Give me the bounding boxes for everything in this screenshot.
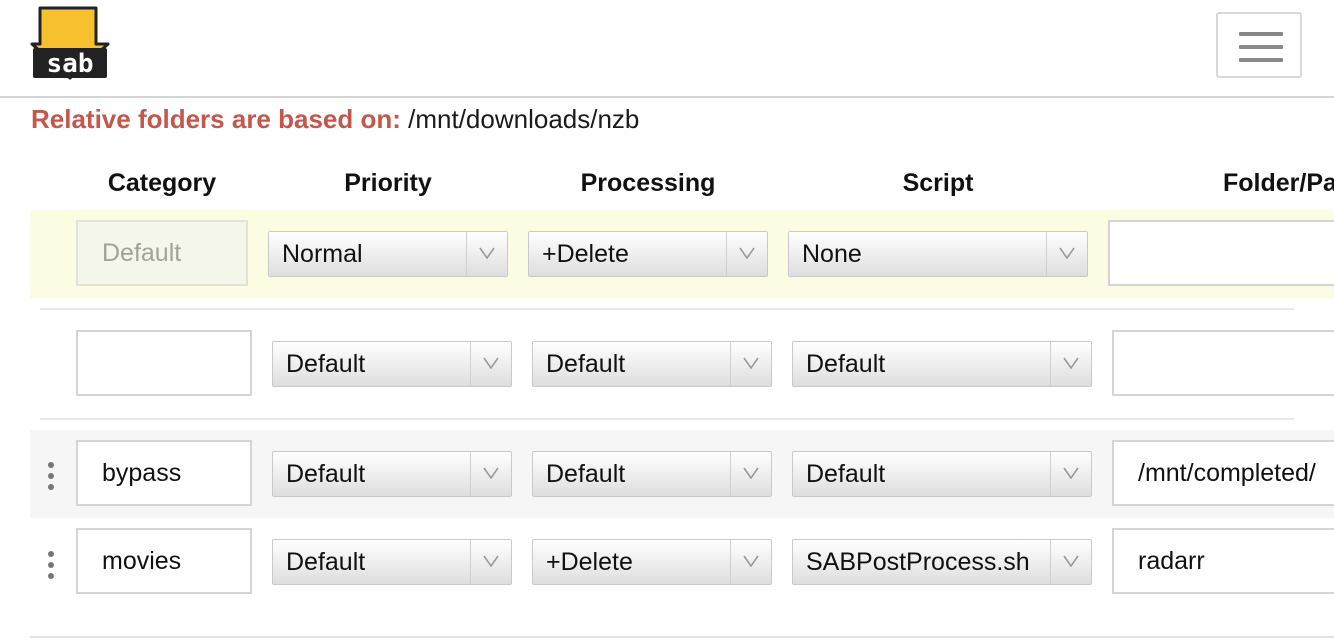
chevron-down-icon bbox=[730, 452, 771, 496]
category-name-input[interactable]: bypass bbox=[76, 440, 252, 506]
processing-select-value: +Delete bbox=[542, 240, 629, 268]
folder-path-input[interactable] bbox=[1112, 330, 1334, 396]
script-select-value: Default bbox=[806, 350, 886, 378]
row-divider bbox=[40, 418, 1294, 420]
script-select-value: Default bbox=[806, 460, 886, 488]
script-select[interactable]: Default bbox=[792, 341, 1092, 387]
chevron-down-icon bbox=[466, 232, 507, 276]
chevron-down-icon bbox=[1046, 232, 1087, 276]
priority-select-value: Default bbox=[286, 350, 366, 378]
chevron-down-icon bbox=[470, 342, 511, 386]
chevron-down-icon bbox=[1050, 342, 1091, 386]
chevron-down-icon bbox=[730, 342, 771, 386]
script-select[interactable]: Default bbox=[792, 451, 1092, 497]
folder-path-input[interactable]: radarr bbox=[1112, 528, 1334, 594]
drag-handle-icon[interactable] bbox=[46, 551, 56, 579]
column-header-priority: Priority bbox=[344, 169, 432, 197]
svg-text:sab: sab bbox=[47, 49, 94, 79]
processing-select-value: +Delete bbox=[546, 548, 633, 576]
drag-handle-icon[interactable] bbox=[46, 462, 56, 490]
category-name-input[interactable]: movies bbox=[76, 528, 252, 594]
processing-select-value: Default bbox=[546, 460, 626, 488]
priority-select[interactable]: Default bbox=[272, 341, 512, 387]
script-select[interactable]: None bbox=[788, 231, 1088, 277]
folder-path-input[interactable] bbox=[1108, 220, 1334, 286]
sab-logo[interactable]: sab bbox=[30, 6, 110, 86]
processing-select-value: Default bbox=[546, 350, 626, 378]
column-header-folder: Folder/Pa bbox=[1223, 169, 1334, 197]
chevron-down-icon bbox=[470, 540, 511, 584]
folder-path-input[interactable]: /mnt/completed/ bbox=[1112, 440, 1334, 506]
script-select[interactable]: SABPostProcess.sh bbox=[792, 539, 1092, 585]
script-select-value: None bbox=[802, 240, 862, 268]
chevron-down-icon bbox=[730, 540, 771, 584]
row-divider bbox=[40, 308, 1294, 310]
priority-select-value: Normal bbox=[282, 240, 363, 268]
processing-select[interactable]: +Delete bbox=[528, 231, 768, 277]
header-divider bbox=[0, 96, 1334, 98]
hamburger-icon-bar bbox=[1239, 45, 1283, 49]
priority-select[interactable]: Default bbox=[272, 539, 512, 585]
column-header-category: Category bbox=[107, 169, 217, 197]
priority-select[interactable]: Normal bbox=[268, 231, 508, 277]
chevron-down-icon bbox=[726, 232, 767, 276]
priority-select-value: Default bbox=[286, 460, 366, 488]
relative-folders-label: Relative folders are based on: bbox=[31, 104, 401, 134]
processing-select[interactable]: +Delete bbox=[532, 539, 772, 585]
hamburger-icon bbox=[1239, 32, 1283, 36]
processing-select[interactable]: Default bbox=[532, 451, 772, 497]
menu-button[interactable] bbox=[1216, 12, 1302, 78]
processing-select[interactable]: Default bbox=[532, 341, 772, 387]
column-header-processing: Processing bbox=[580, 169, 716, 197]
column-header-script: Script bbox=[902, 169, 974, 197]
category-name-input[interactable] bbox=[76, 330, 252, 396]
priority-select[interactable]: Default bbox=[272, 451, 512, 497]
category-name-input: Default bbox=[76, 220, 248, 286]
script-select-value: SABPostProcess.sh bbox=[806, 548, 1030, 576]
relative-folders-path: /mnt/downloads/nzb bbox=[408, 104, 640, 134]
chevron-down-icon bbox=[1050, 452, 1091, 496]
sabnzbd-categories-page: sab Relative folders are based on: /mnt/… bbox=[0, 0, 1334, 638]
sab-logo-icon: sab bbox=[30, 6, 110, 80]
relative-folders-note: Relative folders are based on: /mnt/down… bbox=[31, 103, 639, 135]
chevron-down-icon bbox=[1050, 540, 1091, 584]
priority-select-value: Default bbox=[286, 548, 366, 576]
hamburger-icon-bar bbox=[1239, 58, 1283, 62]
chevron-down-icon bbox=[470, 452, 511, 496]
